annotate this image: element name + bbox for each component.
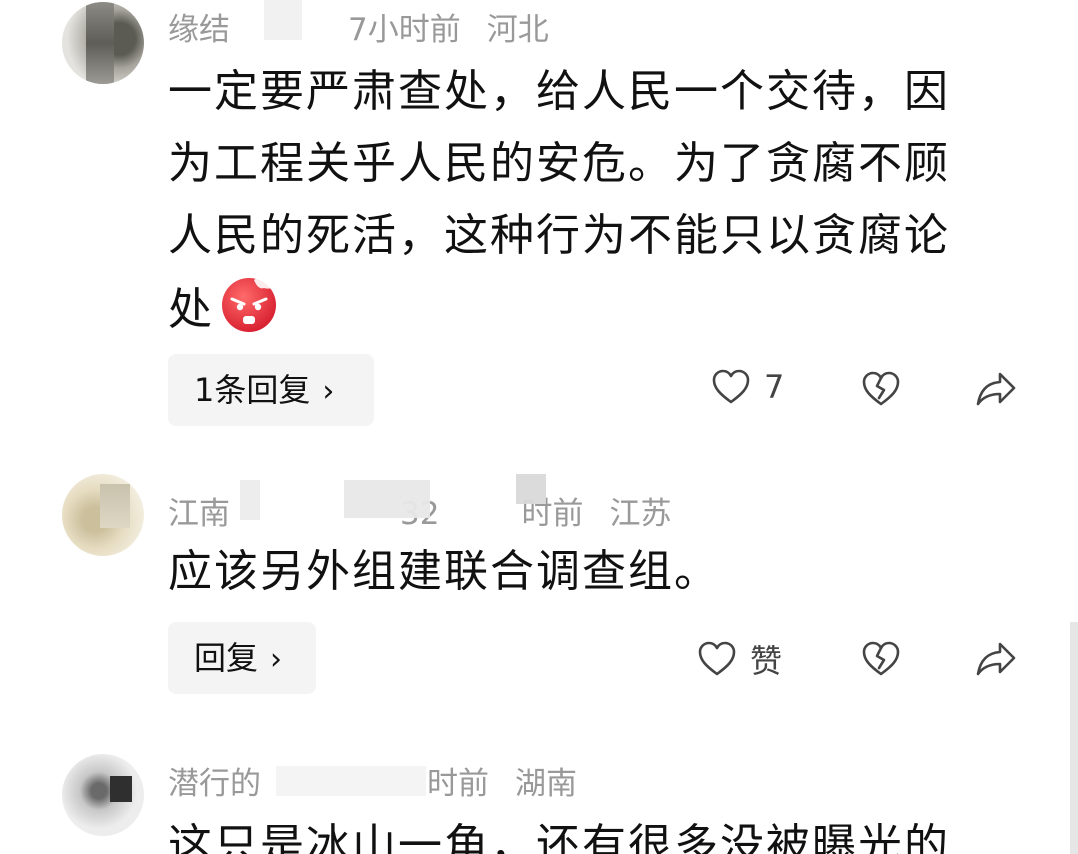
share-button[interactable] [974, 368, 1018, 410]
comment-location: 湖南 [515, 766, 577, 802]
dislike-button[interactable] [860, 368, 902, 410]
dislike-button[interactable] [860, 638, 902, 680]
comment-time: 时前 [427, 766, 489, 802]
reply-button[interactable]: 回复 › [168, 622, 316, 694]
username[interactable]: 江南 [168, 496, 230, 532]
chevron-right-icon: › [270, 642, 283, 677]
comment-text-line: 处 [168, 272, 1028, 346]
comment-location: 河北 [486, 12, 549, 48]
comment-text-line: 人民的死活，这种行为不能只以贪腐论 [168, 210, 950, 261]
broken-heart-icon [862, 371, 900, 406]
view-replies-button[interactable]: 1条回复 › [168, 354, 374, 426]
comment-location: 江苏 [609, 496, 672, 532]
avatar[interactable] [62, 754, 144, 836]
chevron-right-icon: › [322, 374, 335, 409]
comment-text: 这只是冰山一角，还有很多没被曝光的 [168, 820, 950, 854]
like-button[interactable]: 赞 [696, 636, 782, 682]
heart-icon [712, 369, 750, 404]
username-redaction [264, 0, 302, 40]
angry-face-icon [222, 277, 276, 332]
comment-text: 应该另外组建联合调查组。 [168, 546, 720, 597]
comment-text-line: 为工程关乎人民的安危。为了贪腐不顾 [168, 138, 950, 189]
comment-time: 7小时前 [348, 12, 461, 48]
comment-item: 江南32时前江苏 应该另外组建联合调查组。 回复› 赞 [0, 474, 1078, 704]
share-arrow-icon [976, 372, 1016, 406]
username[interactable]: 缘结 [168, 12, 230, 48]
heart-icon [698, 641, 736, 676]
share-arrow-icon [976, 642, 1016, 676]
comment-item: 潜行的 时前 湖南 这只是冰山一角，还有很多没被曝光的 [0, 754, 1078, 854]
broken-heart-icon [862, 641, 900, 676]
comment-meta: 缘结 7小时前 河北 [168, 4, 549, 49]
comment-text: 一定要严肃查处，给人民一个交待，因 为工程关乎人民的安危。为了贪腐不顾 人民的死… [168, 56, 1028, 346]
like-button[interactable]: 7 [710, 366, 784, 408]
share-button[interactable] [974, 638, 1018, 680]
avatar[interactable] [62, 474, 144, 556]
comment-text-line: 一定要严肃查处，给人民一个交待，因 [168, 66, 950, 117]
username-redaction [516, 474, 546, 504]
comment-item: 缘结 7小时前 河北 一定要严肃查处，给人民一个交待，因 为工程关乎人民的安危。为了… [0, 0, 1078, 440]
comment-feed: 缘结 7小时前 河北 一定要严肃查处，给人民一个交待，因 为工程关乎人民的安危。为了… [0, 0, 1078, 854]
like-label: 赞 [750, 642, 783, 680]
username-redaction [276, 766, 426, 796]
username[interactable]: 潜行的 [168, 766, 261, 802]
scrollbar[interactable] [1070, 622, 1078, 854]
like-count: 7 [764, 368, 785, 406]
username-redaction [344, 480, 430, 518]
username-redaction [240, 480, 260, 520]
